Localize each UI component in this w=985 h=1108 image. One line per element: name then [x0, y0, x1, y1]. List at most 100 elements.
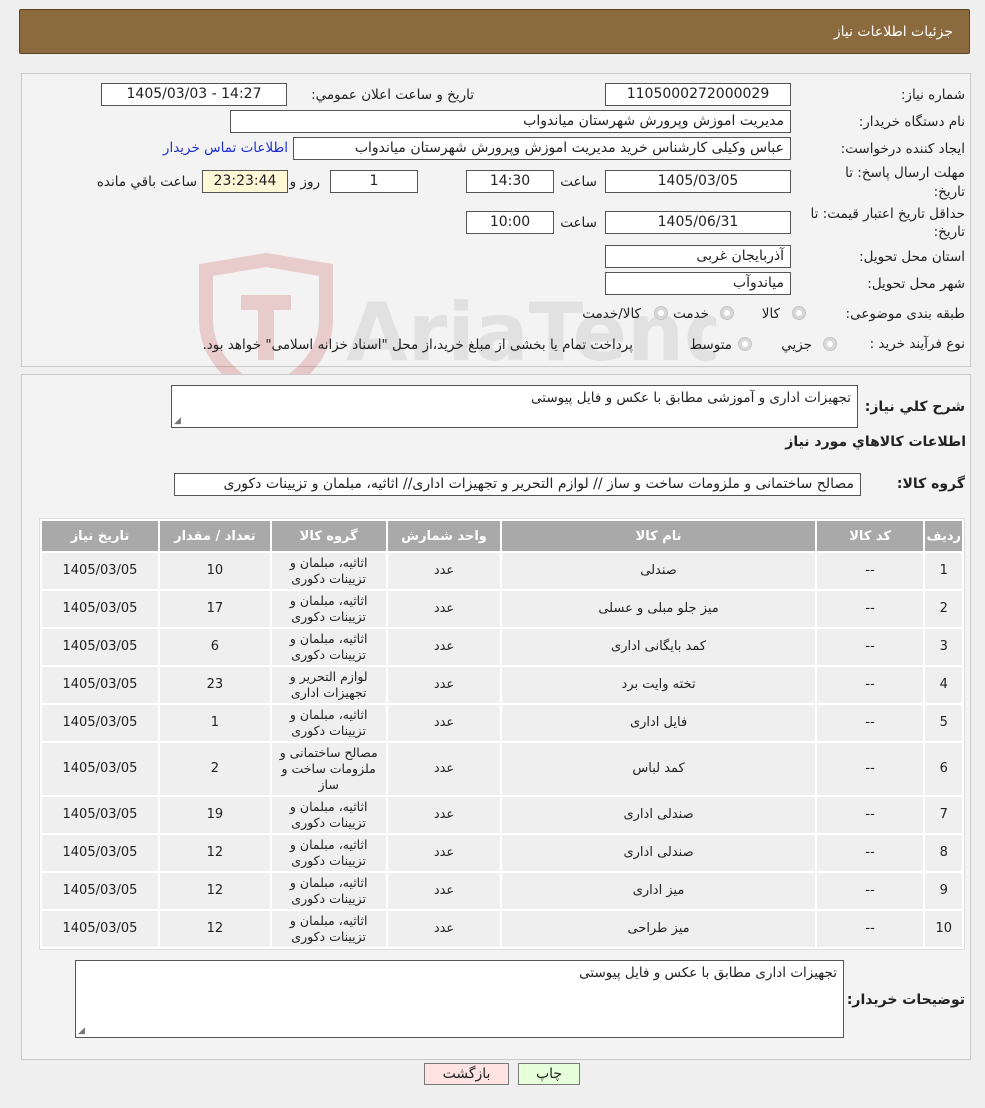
cell-quantity: 6 — [159, 629, 270, 665]
resize-grip-icon[interactable]: ◢ — [78, 1026, 85, 1036]
payment-note: پرداخت تمام یا بخشی از مبلغ خرید،از محل … — [202, 337, 633, 353]
cell-goods-group: مصالح ساختمانی و ملزومات ساخت و ساز — [271, 743, 386, 795]
summary-textarea[interactable]: تجهیزات اداری و آموزشی مطابق با عکس و فا… — [171, 385, 858, 428]
deadline-label-date: تاریخ: — [933, 184, 965, 200]
cell-goods-name: صندلی — [502, 553, 815, 589]
cell-unit: عدد — [387, 629, 501, 665]
cell-quantity: 12 — [159, 873, 270, 909]
category-goods-service-label: کالا/خدمت — [582, 306, 641, 322]
table-row: 4 -- تخته وایت برد عدد لوازم التحریر و تجهیز… — [42, 667, 962, 703]
table-row: 2 -- میز جلو مبلی و عسلی عدد اثاثیه، مبلمان … — [42, 591, 962, 627]
cell-goods-name: فایل اداری — [502, 705, 815, 741]
col-goods-group: گروه کالا — [271, 521, 386, 551]
category-service-label: خدمت — [673, 306, 709, 322]
category-goods-label: کالا — [761, 306, 780, 322]
goods-table: ردیف کد کالا نام کالا واحد شمارش گروه کا… — [39, 518, 965, 950]
col-goods-code: کد کالا — [816, 521, 924, 551]
cell-need-date: 1405/03/05 — [42, 873, 158, 909]
buyer-contact-link[interactable]: اطلاعات تماس خریدار — [163, 140, 288, 156]
cell-row-number: 5 — [925, 705, 962, 741]
cell-goods-group: اثاثیه، مبلمان و تزیینات دکوری — [271, 797, 386, 833]
cell-need-date: 1405/03/05 — [42, 667, 158, 703]
cell-quantity: 10 — [159, 553, 270, 589]
cell-row-number: 6 — [925, 743, 962, 795]
city-field: میاندوآب — [605, 272, 791, 295]
cell-unit: عدد — [387, 591, 501, 627]
goods-group-field: مصالح ساختمانی و ملزومات ساخت و ساز // ل… — [174, 473, 861, 496]
table-header-row: ردیف کد کالا نام کالا واحد شمارش گروه کا… — [42, 521, 962, 551]
page-header: جزئیات اطلاعات نیاز — [19, 9, 970, 54]
cell-unit: عدد — [387, 743, 501, 795]
cell-unit: عدد — [387, 835, 501, 871]
cell-unit: عدد — [387, 667, 501, 703]
table-row: 8 -- صندلی اداری عدد اثاثیه، مبلمان و تزیینا… — [42, 835, 962, 871]
buyer-notes-label: توضیحات خریدار: — [846, 992, 965, 1008]
cell-need-date: 1405/03/05 — [42, 705, 158, 741]
cell-unit: عدد — [387, 553, 501, 589]
category-label: طبقه بندی موضوعی: — [845, 306, 965, 322]
summary-text: تجهیزات اداری و آموزشی مطابق با عکس و فا… — [531, 390, 851, 406]
remaining-time-field: 23:23:44 — [202, 170, 288, 193]
table-row: 9 -- میز اداری عدد اثاثیه، مبلمان و تزیینات … — [42, 873, 962, 909]
cell-need-date: 1405/03/05 — [42, 629, 158, 665]
buyer-org-label: نام دستگاه خریدار: — [858, 114, 965, 130]
process-medium-label: متوسط — [689, 337, 732, 353]
cell-quantity: 17 — [159, 591, 270, 627]
print-button[interactable]: چاپ — [518, 1063, 580, 1085]
cell-need-date: 1405/03/05 — [42, 797, 158, 833]
cell-quantity: 12 — [159, 911, 270, 947]
creator-field: عباس وکیلی کارشناس خرید مدیریت اموزش وپر… — [293, 137, 791, 160]
remaining-time-label: ساعت باقي مانده — [96, 174, 197, 190]
cell-row-number: 7 — [925, 797, 962, 833]
cell-quantity: 2 — [159, 743, 270, 795]
buyer-notes-textarea[interactable]: تجهیزات اداری مطابق با عکس و فایل پیوستی… — [75, 960, 844, 1038]
back-button[interactable]: بازگشت — [424, 1063, 509, 1085]
announce-datetime-field: 1405/03/03 - 14:27 — [101, 83, 287, 106]
table-row: 10 -- میز طراحی عدد اثاثیه، مبلمان و تزیینات… — [42, 911, 962, 947]
cell-goods-name: میز جلو مبلی و عسلی — [502, 591, 815, 627]
process-minor-radio[interactable] — [823, 337, 837, 351]
cell-need-date: 1405/03/05 — [42, 743, 158, 795]
cell-goods-name: کمد لباس — [502, 743, 815, 795]
city-label: شهر محل تحویل: — [867, 276, 965, 292]
province-label: استان محل تحویل: — [859, 249, 965, 265]
cell-goods-code: -- — [816, 591, 924, 627]
cell-goods-name: صندلی اداری — [502, 835, 815, 871]
validity-time-field: 10:00 — [466, 211, 554, 234]
goods-section-title: اطلاعات کالاهاي مورد نیاز — [785, 434, 966, 450]
category-goods-radio[interactable] — [792, 306, 806, 320]
category-service-radio[interactable] — [720, 306, 734, 320]
cell-row-number: 3 — [925, 629, 962, 665]
cell-row-number: 4 — [925, 667, 962, 703]
process-medium-radio[interactable] — [738, 337, 752, 351]
cell-goods-group: اثاثیه، مبلمان و تزیینات دکوری — [271, 705, 386, 741]
cell-goods-name: میز طراحی — [502, 911, 815, 947]
page-title: جزئیات اطلاعات نیاز — [833, 24, 953, 40]
cell-goods-name: کمد بایگانی اداری — [502, 629, 815, 665]
deadline-date-field: 1405/03/05 — [605, 170, 791, 193]
days-label: روز و — [289, 174, 320, 190]
cell-unit: عدد — [387, 797, 501, 833]
col-quantity: تعداد / مقدار — [159, 521, 270, 551]
cell-unit: عدد — [387, 911, 501, 947]
cell-quantity: 23 — [159, 667, 270, 703]
table-row: 6 -- کمد لباس عدد مصالح ساختمانی و ملزومات س… — [42, 743, 962, 795]
category-goods-service-radio[interactable] — [654, 306, 668, 320]
cell-goods-code: -- — [816, 743, 924, 795]
cell-goods-code: -- — [816, 667, 924, 703]
col-goods-name: نام کالا — [502, 521, 815, 551]
cell-goods-code: -- — [816, 911, 924, 947]
announce-datetime-label: تاریخ و ساعت اعلان عمومي: — [311, 87, 474, 103]
buyer-notes-text: تجهیزات اداری مطابق با عکس و فایل پیوستی — [579, 965, 837, 981]
cell-goods-code: -- — [816, 797, 924, 833]
goods-group-label: گروه کالا: — [896, 476, 965, 492]
cell-unit: عدد — [387, 705, 501, 741]
cell-unit: عدد — [387, 873, 501, 909]
cell-goods-group: اثاثیه، مبلمان و تزیینات دکوری — [271, 911, 386, 947]
cell-goods-name: تخته وایت برد — [502, 667, 815, 703]
cell-goods-name: صندلی اداری — [502, 797, 815, 833]
resize-grip-icon[interactable]: ◢ — [174, 416, 181, 426]
buyer-org-field: مدیریت اموزش وپرورش شهرستان میاندواب — [230, 110, 791, 133]
cell-goods-code: -- — [816, 873, 924, 909]
deadline-time-field: 14:30 — [466, 170, 554, 193]
